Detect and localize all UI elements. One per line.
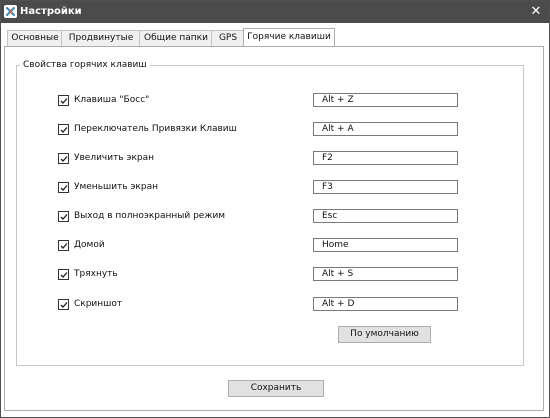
check-icon [60,98,68,104]
check-icon [60,185,68,191]
screenshot-checkbox[interactable] [58,299,69,310]
check-icon [60,272,68,278]
tab-shared-folders[interactable]: Общие папки [139,30,213,46]
exit-fullscreen-field[interactable]: Esc [313,209,458,223]
tab-advanced[interactable]: Продвинутые [61,30,141,46]
boss-key-checkbox[interactable] [58,95,69,106]
zoom-in-field[interactable]: F2 [313,151,458,165]
home-label: Домой [74,240,105,250]
zoom-out-field[interactable]: F3 [313,180,458,194]
home-checkbox[interactable] [58,240,69,251]
tab-hotkeys[interactable]: Горячие клавиши [243,28,335,46]
screenshot-label: Скриншот [74,299,123,309]
zoom-in-label: Увеличить экран [74,153,154,163]
keymap-toggle-field[interactable]: Alt + A [313,122,458,136]
keymap-toggle-checkbox[interactable] [58,124,69,135]
check-icon [60,243,68,249]
shake-field[interactable]: Alt + S [313,267,458,281]
shake-label: Тряхнуть [74,269,118,279]
tab-general[interactable]: Основные [7,30,63,46]
window-title: Настройки [20,6,82,17]
home-field[interactable]: Home [313,238,458,252]
boss-key-label: Клавиша "Босс" [74,95,150,105]
title-bar[interactable]: Настройки ✕ [1,1,549,23]
keymap-toggle-label: Переключатель Привязки Клавиш [74,124,237,134]
settings-app-icon [4,5,17,18]
boss-key-field[interactable]: Alt + Z [313,93,458,107]
screenshot-field[interactable]: Alt + D [313,297,458,311]
check-icon [60,302,68,308]
check-icon [60,156,68,162]
save-button[interactable]: Сохранить [228,380,324,397]
close-icon[interactable]: ✕ [523,1,549,23]
hotkeys-group-title: Свойства горячих клавиш [20,59,150,71]
exit-fullscreen-label: Выход в полноэкранный режим [74,211,226,221]
zoom-out-checkbox[interactable] [58,182,69,193]
check-icon [60,127,68,133]
tab-gps[interactable]: GPS [211,30,245,46]
tab-strip: Основные Продвинутые Общие папки GPS Гор… [1,28,549,47]
exit-fullscreen-checkbox[interactable] [58,211,69,222]
check-icon [60,214,68,220]
settings-window: Настройки ✕ Основные Продвинутые Общие п… [0,0,550,418]
shake-checkbox[interactable] [58,269,69,280]
restore-defaults-button[interactable]: По умолчанию [338,326,431,343]
zoom-in-checkbox[interactable] [58,153,69,164]
zoom-out-label: Уменьшить экран [74,182,158,192]
